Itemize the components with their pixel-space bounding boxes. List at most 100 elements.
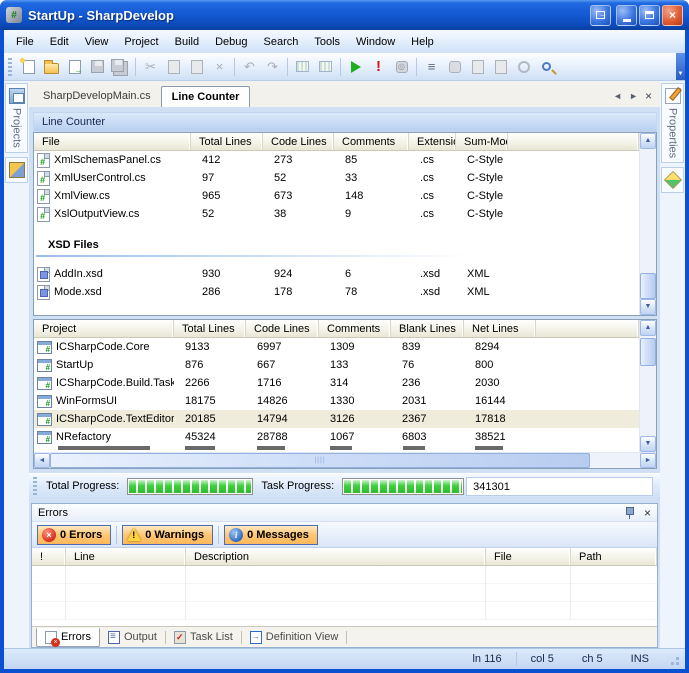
tab-scroll-right-icon[interactable]: ► — [629, 91, 638, 101]
build-all-button[interactable] — [314, 56, 337, 78]
menu-view[interactable]: View — [77, 32, 117, 52]
sidebar-item-toolbox[interactable] — [661, 167, 684, 193]
scroll-track[interactable] — [640, 366, 656, 436]
scroll-track[interactable] — [590, 453, 640, 468]
scroll-track[interactable] — [640, 149, 656, 273]
column-header[interactable]: Project — [34, 320, 174, 337]
menu-window[interactable]: Window — [348, 32, 403, 52]
errors-close-icon[interactable]: × — [644, 506, 651, 520]
menu-tools[interactable]: Tools — [306, 32, 348, 52]
scroll-thumb[interactable] — [640, 273, 656, 299]
projects-horizontal-scrollbar[interactable]: ◄ |||| ► — [34, 452, 656, 468]
pin-icon[interactable] — [625, 506, 634, 519]
sidebar-item-tools[interactable] — [5, 157, 28, 183]
scroll-up-icon[interactable]: ▲ — [640, 133, 656, 149]
menu-help[interactable]: Help — [403, 32, 442, 52]
menu-build[interactable]: Build — [167, 32, 207, 52]
menu-search[interactable]: Search — [256, 32, 307, 52]
run-button[interactable] — [344, 56, 367, 78]
column-header[interactable]: Comments — [319, 320, 391, 337]
table-row-selected[interactable]: ICSharpCode.TextEditor 20185 14794 3126 … — [34, 410, 639, 428]
tab-output[interactable]: Output — [100, 628, 165, 647]
open-solution-button[interactable]: → — [63, 56, 86, 78]
build-button[interactable] — [291, 56, 314, 78]
resize-grip[interactable] — [667, 653, 679, 665]
table-row[interactable]: ICSharpCode.Build.Tasks 2266 1716 314 23… — [34, 374, 639, 392]
stop-button[interactable]: ◎ — [390, 56, 413, 78]
column-header[interactable]: ! — [32, 548, 66, 565]
menu-debug[interactable]: Debug — [207, 32, 255, 52]
tab-task-list[interactable]: Task List — [166, 628, 241, 647]
prev-bookmark-button[interactable] — [466, 56, 489, 78]
column-header[interactable]: File — [34, 133, 191, 150]
column-header[interactable]: Description — [186, 548, 486, 565]
table-row[interactable]: NRefactory 45324 28788 1067 6803 38521 — [34, 428, 639, 446]
toggle-bookmark-button[interactable] — [443, 56, 466, 78]
scroll-left-icon[interactable]: ◄ — [34, 453, 50, 468]
close-button[interactable]: × — [662, 5, 683, 26]
search-button[interactable] — [535, 56, 558, 78]
column-header[interactable]: Blank Lines — [391, 320, 464, 337]
toolbar-gripper[interactable] — [8, 58, 12, 76]
copy-button[interactable] — [162, 56, 185, 78]
table-row[interactable]: XmlSchemasPanel.cs 412 273 85 .cs C-Styl… — [34, 151, 639, 169]
progress-gripper[interactable] — [33, 477, 37, 495]
column-header[interactable]: Net Lines — [464, 320, 536, 337]
undo-button[interactable]: ↶ — [238, 56, 261, 78]
minimize-button[interactable] — [616, 5, 637, 26]
table-row[interactable]: WinFormsUI 18175 14826 1330 2031 16144 — [34, 392, 639, 410]
new-file-button[interactable] — [17, 56, 40, 78]
table-row[interactable]: AddIn.xsd 930 924 6 .xsd XML — [34, 265, 639, 283]
scroll-right-icon[interactable]: ► — [640, 453, 656, 468]
tab-errors[interactable]: Errors — [36, 628, 100, 647]
tab-sharpdevelopmain[interactable]: SharpDevelopMain.cs — [33, 86, 161, 107]
sidebar-item-properties[interactable]: Properties — [661, 83, 684, 163]
scroll-down-icon[interactable]: ▼ — [640, 299, 656, 315]
open-file-button[interactable] — [40, 56, 63, 78]
table-row[interactable]: XslOutputView.cs 52 38 9 .cs C-Style — [34, 205, 639, 223]
tab-definition-view[interactable]: Definition View — [242, 628, 347, 647]
table-row[interactable]: Mode.xsd 286 178 78 .xsd XML — [34, 283, 639, 301]
column-header[interactable]: Sum-Mode — [456, 133, 508, 150]
save-all-button[interactable] — [109, 56, 132, 78]
tab-scroll-left-icon[interactable]: ◄ — [613, 91, 622, 101]
delete-button[interactable]: × — [208, 56, 231, 78]
tab-line-counter[interactable]: Line Counter — [161, 86, 251, 107]
title-bar[interactable]: # StartUp - SharpDevelop × — [0, 0, 689, 30]
column-header[interactable]: Code Lines — [263, 133, 334, 150]
projects-vertical-scrollbar[interactable]: ▲ ▼ — [639, 320, 656, 452]
column-header[interactable]: Total Lines — [191, 133, 263, 150]
toolwindow-toggle-button[interactable] — [590, 5, 611, 26]
warnings-filter-button[interactable]: 0 Warnings — [122, 525, 213, 545]
column-header[interactable]: Extension — [409, 133, 456, 150]
column-header[interactable]: Code Lines — [246, 320, 319, 337]
column-header[interactable]: Path — [571, 548, 657, 565]
menu-edit[interactable]: Edit — [42, 32, 77, 52]
sidebar-item-projects[interactable]: Projects — [5, 83, 28, 153]
column-header[interactable]: Comments — [334, 133, 409, 150]
column-header[interactable]: File — [486, 548, 571, 565]
clear-bookmarks-button[interactable] — [512, 56, 535, 78]
paste-button[interactable] — [185, 56, 208, 78]
abort-button[interactable]: ! — [367, 56, 390, 78]
maximize-button[interactable] — [639, 5, 660, 26]
save-button[interactable] — [86, 56, 109, 78]
column-header[interactable]: Total Lines — [174, 320, 246, 337]
menu-file[interactable]: File — [8, 32, 42, 52]
column-header[interactable]: Line — [66, 548, 186, 565]
errors-filter-button[interactable]: × 0 Errors — [37, 525, 111, 545]
next-bookmark-button[interactable] — [489, 56, 512, 78]
toolbar-overflow-button[interactable]: ▼ — [676, 53, 685, 80]
bookmark-menu-button[interactable]: ≡ — [420, 56, 443, 78]
messages-filter-button[interactable]: i 0 Messages — [224, 525, 318, 545]
scroll-up-icon[interactable]: ▲ — [640, 320, 656, 336]
scroll-down-icon[interactable]: ▼ — [640, 436, 656, 452]
cut-button[interactable]: ✂ — [139, 56, 162, 78]
errors-title-bar[interactable]: Errors × — [32, 504, 657, 522]
menu-project[interactable]: Project — [116, 32, 166, 52]
table-row[interactable]: ICSharpCode.Core 9133 6997 1309 839 8294 — [34, 338, 639, 356]
table-row[interactable]: XmlUserControl.cs 97 52 33 .cs C-Style — [34, 169, 639, 187]
tab-close-icon[interactable]: × — [645, 89, 652, 103]
table-row[interactable]: XmlView.cs 965 673 148 .cs C-Style — [34, 187, 639, 205]
redo-button[interactable]: ↷ — [261, 56, 284, 78]
